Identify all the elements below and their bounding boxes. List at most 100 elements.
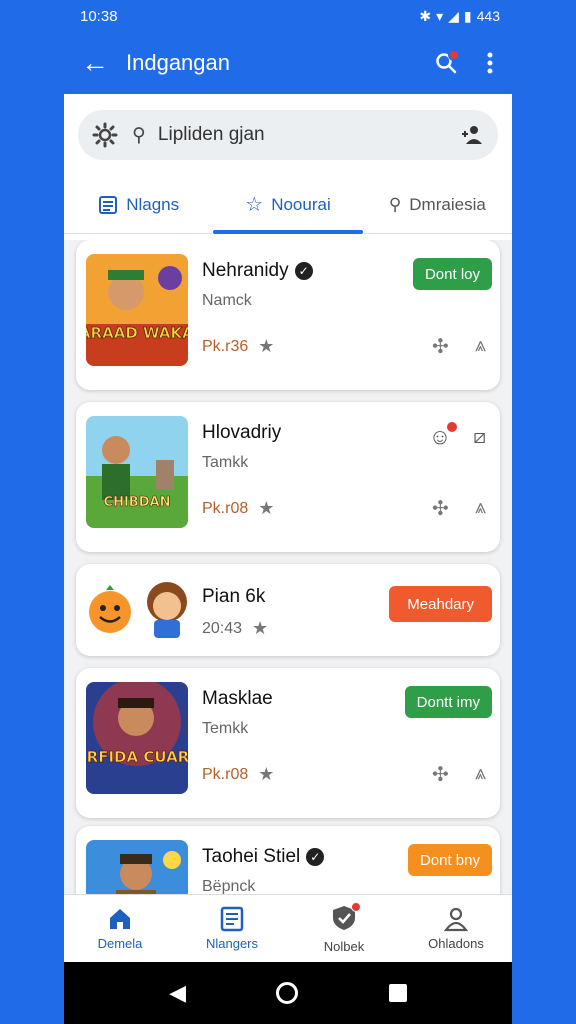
- install-button[interactable]: Dont loy: [412, 258, 492, 290]
- status-time: 10:38: [80, 7, 118, 25]
- card-subtitle: 20:43 ★: [202, 618, 268, 639]
- nav-label: Nlangers: [205, 936, 259, 951]
- nav-item-home[interactable]: Demela: [64, 895, 176, 962]
- signal-icon: ◢: [448, 7, 459, 24]
- user-badge-icon[interactable]: ☺: [429, 422, 458, 450]
- more-options-button[interactable]: [468, 41, 512, 85]
- tab-nlagns[interactable]: Nlagns: [64, 176, 213, 233]
- install-button[interactable]: Dont bny: [407, 844, 492, 876]
- puzzle-icon[interactable]: ✣: [432, 334, 449, 359]
- verified-check-icon: ✓: [306, 848, 325, 866]
- star-icon: ★: [252, 618, 269, 638]
- nav-item-managers[interactable]: Nlangers: [176, 895, 288, 962]
- card-title: Taohei Stiel ✓: [202, 846, 325, 868]
- card-subtitle: Namck: [202, 292, 252, 309]
- card-actions: ✣ ⩓: [432, 496, 486, 521]
- status-icons: ✱ ▾ ◢ ▮ 443: [419, 8, 500, 25]
- orange-mascot-image: [86, 584, 134, 634]
- share-icon[interactable]: ⩓: [475, 334, 486, 359]
- app-list: NEARAAD WAKAHA Nehranidy ✓ Namck Pk.r36 …: [64, 240, 512, 894]
- search-button[interactable]: [424, 41, 468, 85]
- card-price: Pk.r36 ★: [202, 336, 274, 357]
- card-title: Nehranidy ✓: [202, 260, 313, 282]
- character-avatar-image: [142, 580, 192, 638]
- phone-screen: 10:38 ✱ ▾ ◢ ▮ 443 ← Indgangan ⚲ Lipliden…: [64, 0, 512, 1024]
- price-text: Pk.r08: [202, 499, 249, 517]
- app-bar: ← Indgangan: [64, 32, 512, 94]
- notification-badge: [448, 49, 460, 61]
- card-price: Pk.r08 ★: [202, 498, 274, 519]
- card-price: Pk.r08 ★: [202, 764, 274, 785]
- verified-check-icon: ✓: [294, 262, 313, 280]
- game-thumbnail[interactable]: [86, 840, 188, 894]
- main-content: ⚲ Lipliden gjan Nlagns ☆ Noourai ⚲ Dmrai…: [64, 94, 512, 894]
- card-title: Pian 6k: [202, 586, 266, 607]
- back-arrow-icon[interactable]: ←: [64, 47, 126, 79]
- puzzle-icon[interactable]: ✣: [432, 762, 449, 787]
- page-title: Indgangan: [126, 50, 230, 75]
- action-button[interactable]: Meahdary: [389, 586, 492, 622]
- back-triangle-icon[interactable]: ◀: [169, 980, 186, 1006]
- card-title-text: Nehranidy: [202, 260, 289, 281]
- star-icon: ★: [258, 336, 275, 356]
- list-item[interactable]: CHIBDAN Hlovadriy Tamkk Pk.r08 ★ ☺ ⧄ ✣ ⩓: [76, 402, 500, 552]
- search-icon: ⚲: [132, 124, 146, 146]
- tab-label: Nlagns: [126, 194, 180, 214]
- list-icon: [99, 195, 118, 214]
- person-add-icon[interactable]: [460, 124, 484, 146]
- nav-item-profile[interactable]: Ohladons: [400, 895, 512, 962]
- status-bar: 10:38 ✱ ▾ ◢ ▮ 443: [64, 0, 512, 32]
- tab-label: Dmraiesia: [409, 194, 486, 214]
- battery-level: 443: [476, 8, 500, 24]
- game-thumbnail[interactable]: CHIBDAN: [86, 416, 188, 528]
- wifi-icon: ▾: [436, 7, 444, 24]
- thumbnail-title: NEARAAD WAKAHA: [86, 324, 188, 342]
- price-text: Pk.r08: [202, 765, 249, 783]
- shield-check-icon: [331, 901, 361, 935]
- price-text: Pk.r36: [202, 337, 249, 355]
- home-icon: [110, 909, 130, 929]
- nav-label: Nolbek: [323, 938, 365, 954]
- settings-gear-icon[interactable]: [92, 122, 118, 148]
- card-title: Hlovadriy: [202, 422, 282, 443]
- card-subtitle: Bёpnck: [202, 878, 256, 894]
- nav-label: Ohladons: [428, 936, 484, 951]
- external-link-icon[interactable]: ⧄: [473, 426, 486, 449]
- game-thumbnail[interactable]: NEARAAD WAKAHA: [86, 254, 188, 366]
- tab-dmraiesia[interactable]: ⚲ Dmraiesia: [363, 176, 512, 233]
- list-item[interactable]: NEARAAD WAKAHA Nehranidy ✓ Namck Pk.r36 …: [76, 240, 500, 390]
- card-top-actions: ☺ ⧄: [429, 422, 486, 450]
- star-icon: ★: [258, 764, 275, 784]
- list-item[interactable]: FEIRFIDA CUARHA Masklae Temkk Pk.r08 ★ D…: [76, 668, 500, 818]
- card-subtitle: Tamkk: [202, 454, 249, 471]
- document-icon: [220, 906, 244, 932]
- person-icon: [443, 907, 469, 932]
- card-title-text: Taohei Stiel: [202, 846, 301, 867]
- share-icon[interactable]: ⩓: [475, 496, 486, 521]
- tab-bar: Nlagns ☆ Noourai ⚲ Dmraiesia: [64, 176, 512, 234]
- search-bar[interactable]: ⚲ Lipliden gjan: [78, 110, 498, 160]
- tab-noourai[interactable]: ☆ Noourai: [213, 176, 363, 234]
- card-actions: ✣ ⩓: [432, 762, 486, 787]
- list-item[interactable]: Taohei Stiel ✓ Bёpnck Dont bny: [76, 826, 500, 894]
- battery-icon: ▮: [463, 7, 472, 24]
- system-navigation-bar: ◀: [64, 962, 512, 1024]
- puzzle-icon[interactable]: ✣: [432, 496, 449, 521]
- more-vert-icon: [487, 52, 493, 74]
- search-input[interactable]: Lipliden gjan: [158, 124, 460, 146]
- game-thumbnail[interactable]: FEIRFIDA CUARHA: [86, 682, 188, 794]
- card-actions: ✣ ⩓: [432, 334, 486, 359]
- list-item[interactable]: Pian 6k 20:43 ★ Meahdary: [76, 564, 500, 656]
- install-button[interactable]: Dontt imy: [404, 686, 492, 718]
- star-outline-icon: ☆: [245, 194, 264, 216]
- bluetooth-icon: ✱: [419, 7, 432, 24]
- share-icon[interactable]: ⩓: [475, 762, 486, 787]
- thumbnail-title: CHIBDAN: [104, 495, 171, 510]
- card-subtitle: Temkk: [202, 720, 249, 737]
- card-title: Masklae: [202, 688, 273, 709]
- nav-item-notebook[interactable]: Nolbek: [288, 895, 400, 962]
- bottom-navigation: Demela Nlangers Nolbek Ohladons: [64, 894, 512, 962]
- search-icon: ⚲: [388, 194, 402, 214]
- home-circle-icon[interactable]: [276, 982, 299, 1004]
- recents-square-icon[interactable]: [388, 984, 407, 1002]
